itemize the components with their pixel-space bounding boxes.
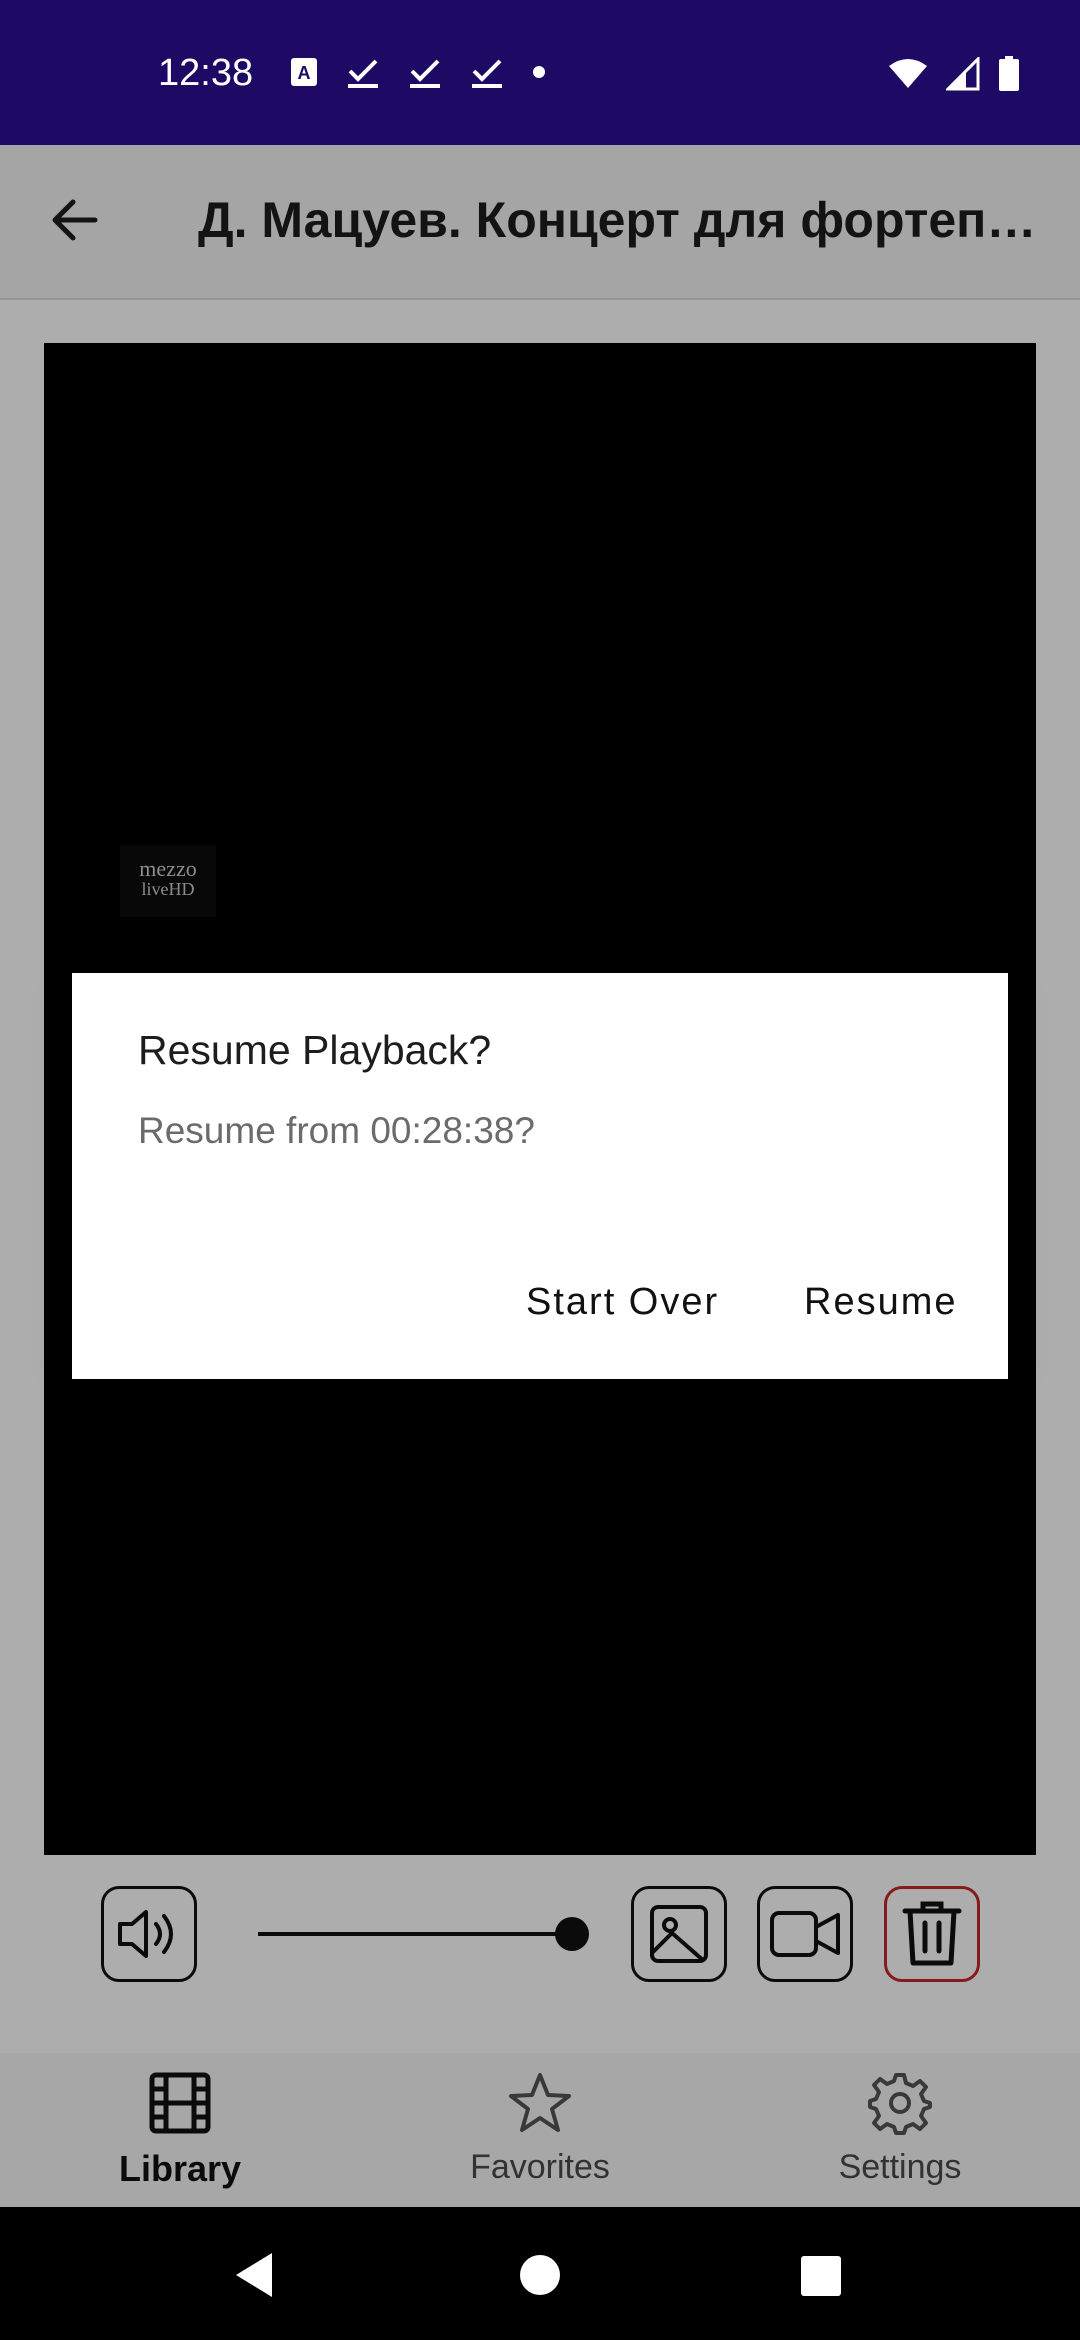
a-icon: A: [291, 58, 317, 86]
status-time-overlay: 12:38: [158, 52, 254, 94]
wifi-icon: [889, 59, 927, 88]
dot-icon: [533, 66, 545, 78]
resume-dialog: Resume Playback? Resume from 00:28:38? S…: [72, 973, 1008, 1379]
recents-nav-icon[interactable]: [800, 2255, 842, 2297]
dialog-title: Resume Playback?: [138, 1027, 492, 1073]
signal-icon: [946, 57, 980, 91]
battery-icon: [999, 56, 1019, 91]
home-nav-icon[interactable]: [518, 2253, 562, 2297]
notification-icons-overlay: A: [290, 55, 546, 89]
svg-text:A: A: [298, 63, 311, 83]
download-done-icon: [472, 59, 502, 88]
download-done-icon: [348, 59, 378, 88]
system-icons-overlay: [888, 56, 1020, 92]
system-navigation-bar: [0, 2207, 1080, 2340]
back-nav-icon[interactable]: [232, 2251, 276, 2299]
status-bar-overlay: 12:38 A: [0, 0, 1080, 145]
start-over-button[interactable]: Start Over: [526, 1281, 719, 1324]
download-done-icon: [410, 59, 440, 88]
dialog-message: Resume from 00:28:38?: [138, 1110, 535, 1151]
resume-button[interactable]: Resume: [804, 1281, 958, 1324]
